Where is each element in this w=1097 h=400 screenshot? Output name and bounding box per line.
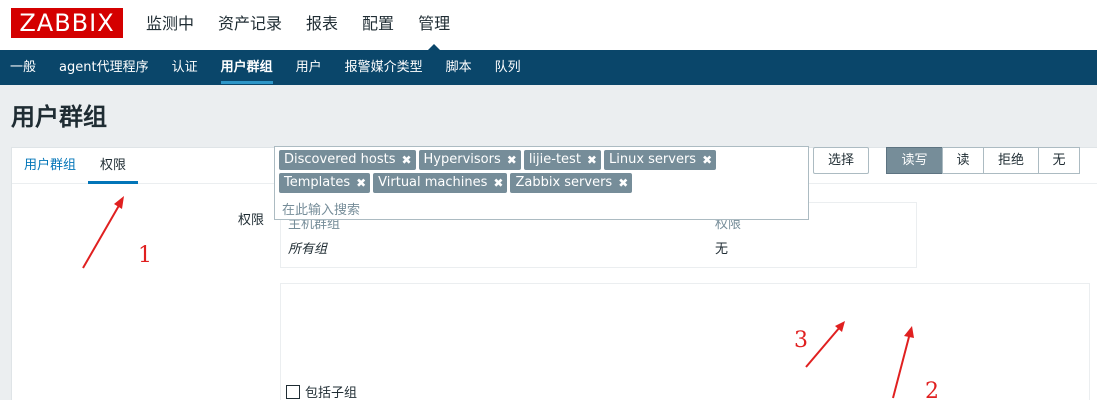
sub-menu: 一般 agent代理程序 认证 用户群组 用户 报警媒介类型 脚本 队列 — [0, 50, 1097, 85]
sub-menu-queue[interactable]: 队列 — [495, 50, 521, 85]
top-navigation: ZABBIX 监测中 资产记录 报表 配置 管理 — [0, 0, 1097, 50]
chip-label: Discovered hosts — [284, 152, 396, 167]
include-subgroups-checkbox[interactable] — [286, 384, 300, 399]
main-menu-inventory[interactable]: 资产记录 — [218, 0, 282, 50]
search-input[interactable]: 在此输入搜索 — [282, 199, 360, 218]
tab-user-group[interactable]: 用户群组 — [12, 148, 88, 183]
remove-icon[interactable]: ✖ — [493, 173, 503, 193]
chip-virtual-machines: Virtual machines ✖ — [373, 173, 508, 193]
chip-label: Linux servers — [608, 152, 697, 167]
include-subgroups-label: 包括子组 — [305, 386, 358, 400]
sub-menu-users[interactable]: 用户 — [296, 50, 322, 85]
chip-zabbix-servers: Zabbix servers ✖ — [510, 173, 633, 193]
sub-menu-proxies[interactable]: agent代理程序 — [59, 50, 149, 85]
main-menu: 监测中 资产记录 报表 配置 管理 — [146, 0, 474, 50]
chip-templates: Templates ✖ — [279, 173, 371, 193]
include-subgroups-row[interactable]: 包括子组 — [286, 382, 357, 400]
radio-read[interactable]: 读 — [942, 147, 984, 174]
main-menu-configuration[interactable]: 配置 — [362, 0, 394, 50]
chip-lijie-test: lijie-test ✖ — [523, 150, 601, 170]
radio-read-write[interactable]: 读写 — [886, 147, 943, 174]
sub-menu-user-groups[interactable]: 用户群组 — [220, 50, 273, 85]
chip-hypervisors: Hypervisors ✖ — [418, 150, 521, 170]
host-group-multiselect[interactable]: Discovered hosts ✖ Hypervisors ✖ lijie-tes… — [274, 146, 809, 220]
chip-label: Virtual machines — [378, 175, 488, 190]
select-button[interactable]: 选择 — [813, 147, 869, 174]
zabbix-logo[interactable]: ZABBIX — [11, 8, 123, 38]
main-menu-monitoring[interactable]: 监测中 — [146, 0, 194, 50]
remove-icon[interactable]: ✖ — [507, 150, 517, 170]
selected-groups: Discovered hosts ✖ Hypervisors ✖ lijie-tes… — [279, 150, 799, 196]
sub-menu-general[interactable]: 一般 — [10, 50, 36, 85]
permission-editor — [280, 283, 1090, 400]
chip-linux-servers: Linux servers ✖ — [603, 150, 717, 170]
main-menu-administration[interactable]: 管理 — [418, 0, 450, 50]
permission-radio-group: 读写 读 拒绝 无 — [874, 147, 1080, 174]
tab-permissions[interactable]: 权限 — [88, 148, 139, 184]
chip-label: Zabbix servers — [515, 175, 613, 190]
sub-menu-authentication[interactable]: 认证 — [172, 50, 198, 85]
chip-discovered-hosts: Discovered hosts ✖ — [279, 150, 416, 170]
remove-icon[interactable]: ✖ — [618, 173, 628, 193]
sub-menu-scripts[interactable]: 脚本 — [446, 50, 472, 85]
page-title: 用户群组 — [11, 103, 107, 131]
main-menu-reports[interactable]: 报表 — [306, 0, 338, 50]
remove-icon[interactable]: ✖ — [356, 173, 366, 193]
radio-none[interactable]: 无 — [1038, 147, 1080, 174]
remove-icon[interactable]: ✖ — [702, 150, 712, 170]
radio-deny[interactable]: 拒绝 — [983, 147, 1039, 174]
remove-icon[interactable]: ✖ — [401, 150, 411, 170]
sub-menu-media-types[interactable]: 报警媒介类型 — [345, 50, 423, 85]
cell-host-group: 所有组 — [288, 242, 328, 257]
chip-label: lijie-test — [528, 152, 581, 167]
chip-label: Templates — [284, 175, 351, 190]
cell-permission: 无 — [715, 242, 729, 257]
permissions-label: 权限 — [238, 213, 265, 228]
remove-icon[interactable]: ✖ — [587, 150, 597, 170]
chip-label: Hypervisors — [423, 152, 501, 167]
